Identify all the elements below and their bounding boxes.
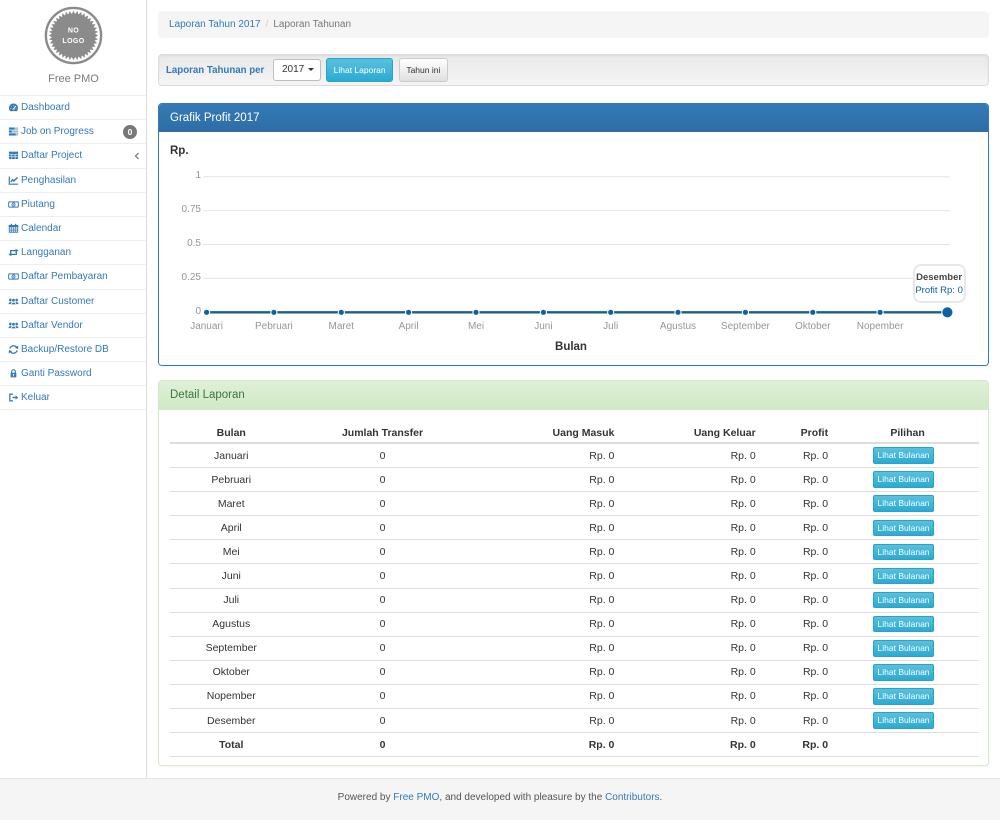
svg-text:LOGO: LOGO bbox=[62, 38, 84, 45]
svg-text:NO: NO bbox=[68, 27, 79, 34]
